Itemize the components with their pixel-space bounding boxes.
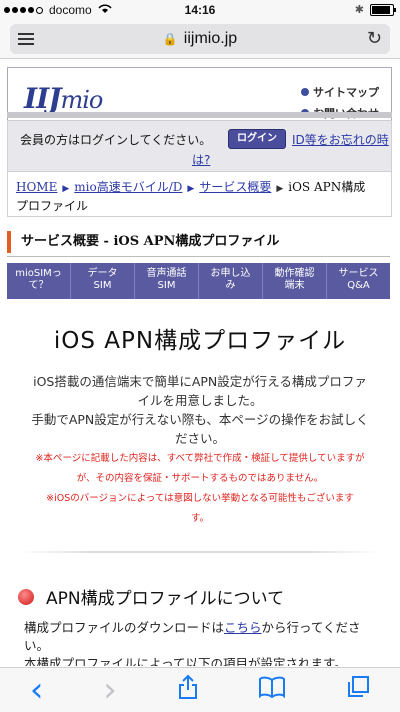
status-icons: ✱: [354, 3, 396, 16]
breadcrumb-current-cont: プロファイル: [16, 199, 89, 213]
red-dot-icon: [18, 588, 34, 605]
bluetooth-icon: ✱: [354, 4, 364, 16]
breadcrumb: HOME ▶ mio高速モバイル/D ▶ サービス概要 ▶ iOS APN構成 プロファイル: [7, 171, 392, 217]
disclaimer-notes: ※本ページに記載した内容は、すべて弊社で作成・検証して提供していますが が、その内…: [35, 453, 365, 524]
breadcrumb-mobile[interactable]: mio高速モバイル/D: [74, 180, 182, 194]
status-bar: docomo 14:16 ✱: [0, 0, 400, 20]
breadcrumb-current: iOS APN構成: [288, 180, 366, 194]
nav-item-apply[interactable]: お申し込み: [199, 263, 263, 299]
share-icon[interactable]: [177, 674, 199, 706]
lock-icon: 🔒: [162, 32, 178, 46]
logo-main: IIJ: [24, 82, 61, 115]
page-title: iOS APN構成プロファイル: [53, 328, 347, 354]
web-page: IIJmio サイトマップ お問い合わせ 会員の方はログインしてください。 ログ…: [0, 59, 400, 666]
reload-icon[interactable]: ↻: [367, 28, 382, 49]
section-separator: [20, 551, 380, 553]
login-message: 会員の方はログインしてください。: [20, 133, 212, 147]
chevron-right-icon: ▶: [62, 184, 70, 194]
nav-item-data-sim[interactable]: データ SIM: [71, 263, 135, 299]
header-band: [7, 112, 392, 118]
divider: [7, 256, 390, 257]
bullet-icon: [301, 88, 309, 96]
login-bar: 会員の方はログインしてください。 ログイン ID等をお忘れの時 は?: [7, 120, 392, 172]
forward-button[interactable]: ›: [103, 673, 117, 707]
safari-toolbar: ‹ ›: [0, 667, 400, 712]
tabs-icon[interactable]: [346, 675, 370, 705]
chevron-right-icon: ▶: [187, 184, 195, 194]
forgot-link-cont[interactable]: は?: [192, 151, 210, 168]
url-host[interactable]: 🔒 iijmio.jp: [10, 30, 390, 48]
section-body: 構成プロファイルのダウンロードはこちらから行ってくださ い。 本構成プロファイル…: [24, 620, 361, 666]
intro-text: iOS搭載の通信端末で簡単にAPN設定が行える構成プロファ イルを用意しました。手…: [31, 374, 369, 446]
logo-sub: mio: [60, 86, 103, 114]
service-nav: mioSIMっ て？ データ SIM 音声通話 SIM お申し込み 動作確認 端末 サー…: [7, 263, 390, 299]
breadcrumb-home[interactable]: HOME: [16, 180, 57, 194]
bookmarks-icon[interactable]: [258, 676, 286, 704]
login-button[interactable]: ログイン: [228, 129, 286, 149]
address-bar: 🔒 iijmio.jp ↻: [0, 20, 400, 59]
section-heading: APN構成プロファイルについて: [18, 584, 284, 609]
battery-icon: [370, 3, 396, 16]
sitemap-link[interactable]: サイトマップ: [301, 84, 379, 100]
nav-item-miosim[interactable]: mioSIMっ て？: [7, 263, 71, 299]
nav-item-devices[interactable]: 動作確認 端末: [263, 263, 327, 299]
clock: 14:16: [184, 3, 216, 17]
back-button[interactable]: ‹: [30, 673, 44, 707]
forgot-link[interactable]: ID等をお忘れの時: [292, 131, 389, 148]
section-title: サービス概要 - iOS APN構成プロファイル: [7, 231, 279, 253]
url-field[interactable]: 🔒 iijmio.jp ↻: [10, 24, 390, 54]
sitemap-label: サイトマップ: [313, 86, 379, 99]
nav-item-qa[interactable]: サービス Q&A: [327, 263, 390, 299]
chevron-right-icon: ▶: [276, 184, 284, 194]
download-link[interactable]: こちら: [224, 620, 262, 635]
host-label: iijmio.jp: [183, 30, 238, 47]
nav-item-voice-sim[interactable]: 音声通話 SIM: [135, 263, 199, 299]
section-heading-text: APN構成プロファイルについて: [46, 589, 285, 609]
site-logo[interactable]: IIJmio: [24, 82, 103, 115]
breadcrumb-service[interactable]: サービス概要: [199, 180, 271, 194]
